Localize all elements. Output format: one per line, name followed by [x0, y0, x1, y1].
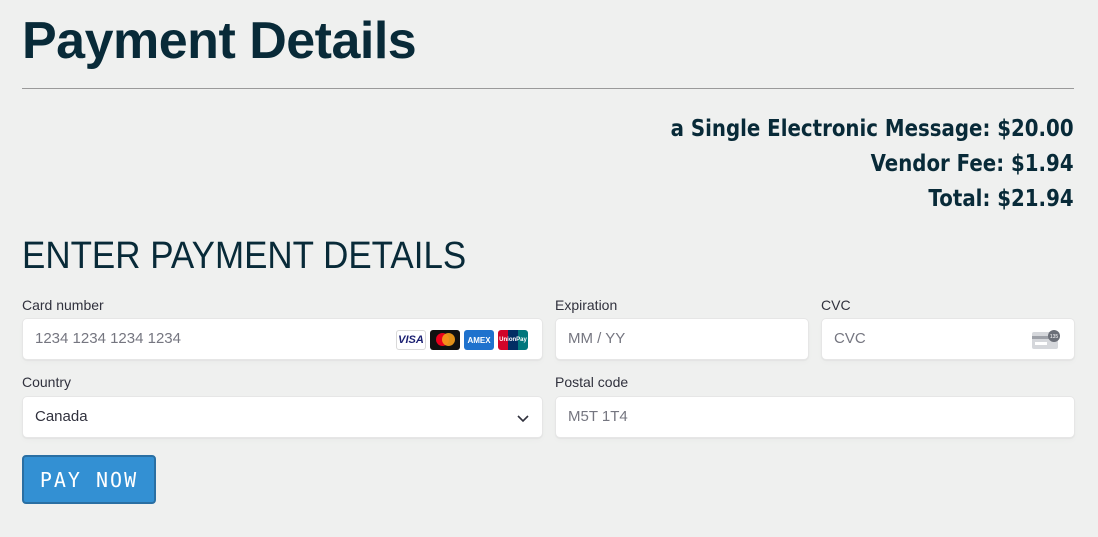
- card-number-input[interactable]: [35, 319, 375, 359]
- visa-icon: VISA: [396, 330, 426, 350]
- card-number-field[interactable]: VISA AMEX UnionPay: [22, 318, 543, 360]
- card-number-label: Card number: [22, 297, 104, 313]
- chevron-down-icon: [517, 415, 529, 423]
- country-label: Country: [22, 374, 72, 390]
- postal-code-field[interactable]: [555, 396, 1075, 438]
- expiration-input[interactable]: [568, 319, 788, 359]
- divider: [22, 88, 1074, 89]
- postal-code-input[interactable]: [568, 397, 1048, 437]
- summary-item: a Single Electronic Message: $20.00: [671, 116, 1074, 142]
- page-title: Payment Details: [22, 12, 417, 70]
- order-summary: a Single Electronic Message: $20.00 Vend…: [605, 112, 1074, 217]
- expiration-field[interactable]: [555, 318, 809, 360]
- card-brand-logos: VISA AMEX UnionPay: [396, 330, 528, 350]
- cvc-field[interactable]: 135: [821, 318, 1075, 360]
- amex-icon: AMEX: [464, 330, 494, 350]
- country-select[interactable]: Canada: [22, 396, 543, 438]
- summary-vendor-fee: Vendor Fee: $1.94: [870, 151, 1074, 177]
- expiration-label: Expiration: [555, 297, 618, 313]
- mastercard-icon: [430, 330, 460, 350]
- summary-total: Total: $21.94: [928, 186, 1074, 212]
- pay-now-button[interactable]: PAY NOW: [22, 455, 156, 504]
- unionpay-icon: UnionPay: [498, 330, 528, 350]
- cvc-label: CVC: [821, 297, 851, 313]
- country-value: Canada: [35, 408, 88, 425]
- cvc-icon-text: 135: [1050, 334, 1059, 340]
- payment-section-heading: ENTER PAYMENT DETAILS: [22, 235, 467, 277]
- cvc-input[interactable]: [834, 319, 1014, 359]
- postal-code-label: Postal code: [555, 374, 629, 390]
- cvc-card-icon: 135: [1032, 330, 1060, 349]
